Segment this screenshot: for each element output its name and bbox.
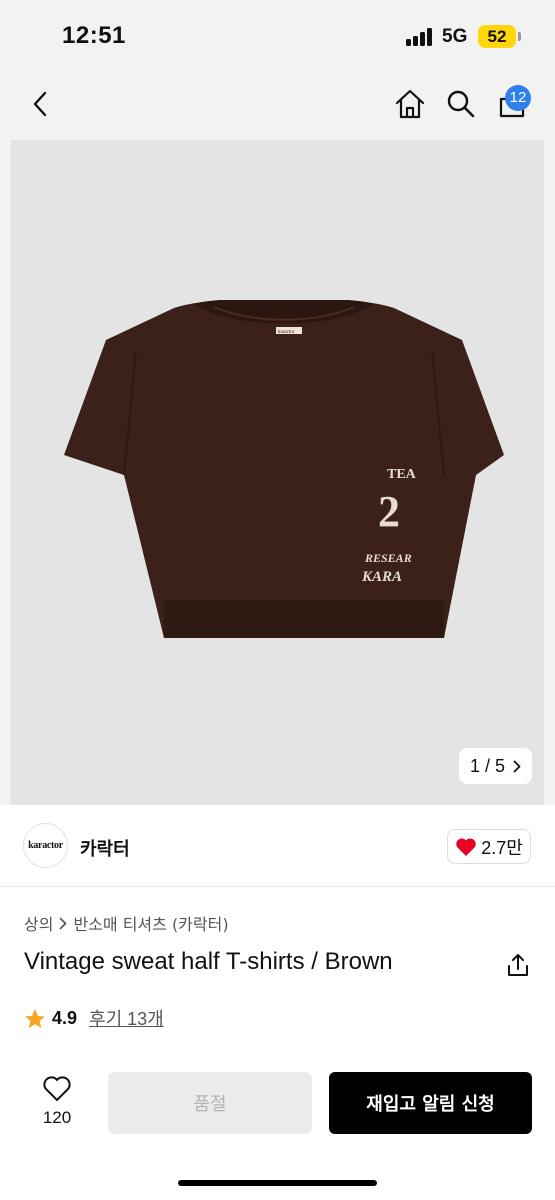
gallery-counter[interactable]: 1 / 5 [459,748,532,784]
status-time: 12:51 [62,22,126,49]
cart-count-badge[interactable]: 12 [505,85,531,111]
gallery-slide[interactable]: karactor TEA 2 RESEAR KARA [11,140,544,805]
gallery-current: 1 [469,755,480,776]
neck-label: karactor [278,330,295,335]
brand-like-button[interactable]: 2.7만 [447,829,531,864]
star-icon [25,1008,45,1028]
battery-tip [518,32,521,41]
battery-icon: 52 [478,25,516,48]
restock-alert-button[interactable]: 재입고 알림 신청 [329,1072,532,1134]
wishlist-button[interactable]: 120 [30,1075,84,1128]
gallery-counter-text: 1 / 5 [470,756,505,777]
print-line1: TEA [387,467,417,482]
home-indicator [178,1180,377,1186]
chevron-right-icon [513,760,521,772]
status-bar: 12:51 5G 52 [0,0,555,70]
gallery-total: 5 [495,755,506,776]
heart-filled-icon [456,837,476,856]
brand-row[interactable]: karactor 카락터 2.7만 [0,805,555,887]
back-icon[interactable] [20,84,60,124]
rating-score: 4.9 [52,1007,78,1028]
product-image[interactable]: karactor TEA 2 RESEAR KARA [64,300,504,645]
breadcrumb-subcategory[interactable]: 반소매 티셔츠 (카락터) [73,911,228,935]
product-title: Vintage sweat half T-shirts / Brown [24,948,393,975]
breadcrumb: 상의 반소매 티셔츠 (카락터) [24,911,229,935]
top-nav [0,70,555,140]
heart-outline-icon [43,1076,71,1101]
print-line3: RESEAR [364,551,412,565]
share-icon[interactable] [505,952,531,978]
wishlist-count: 120 [42,1108,72,1127]
breadcrumb-category[interactable]: 상의 [24,911,53,935]
signal-icon [406,28,434,46]
bottom-action-bar: 120 품절 재입고 알림 신청 [0,1055,555,1200]
rating-row: 4.9 후기 13개 [24,1005,164,1031]
chevron-right-icon [60,917,67,929]
search-icon[interactable] [441,84,481,124]
gallery-separator: / [484,755,490,776]
home-icon[interactable] [390,84,430,124]
print-line4: KARA [361,569,402,585]
review-link[interactable]: 후기 13개 [89,1005,164,1031]
product-gallery[interactable]: karactor TEA 2 RESEAR KARA [0,140,555,805]
brand-name[interactable]: 카락터 [80,835,130,861]
print-line2: 2 [378,487,400,536]
brand-logo[interactable]: karactor [23,823,68,868]
brand-like-count: 2.7만 [481,837,523,858]
soldout-button: 품절 [108,1072,312,1134]
network-label: 5G [442,26,468,47]
